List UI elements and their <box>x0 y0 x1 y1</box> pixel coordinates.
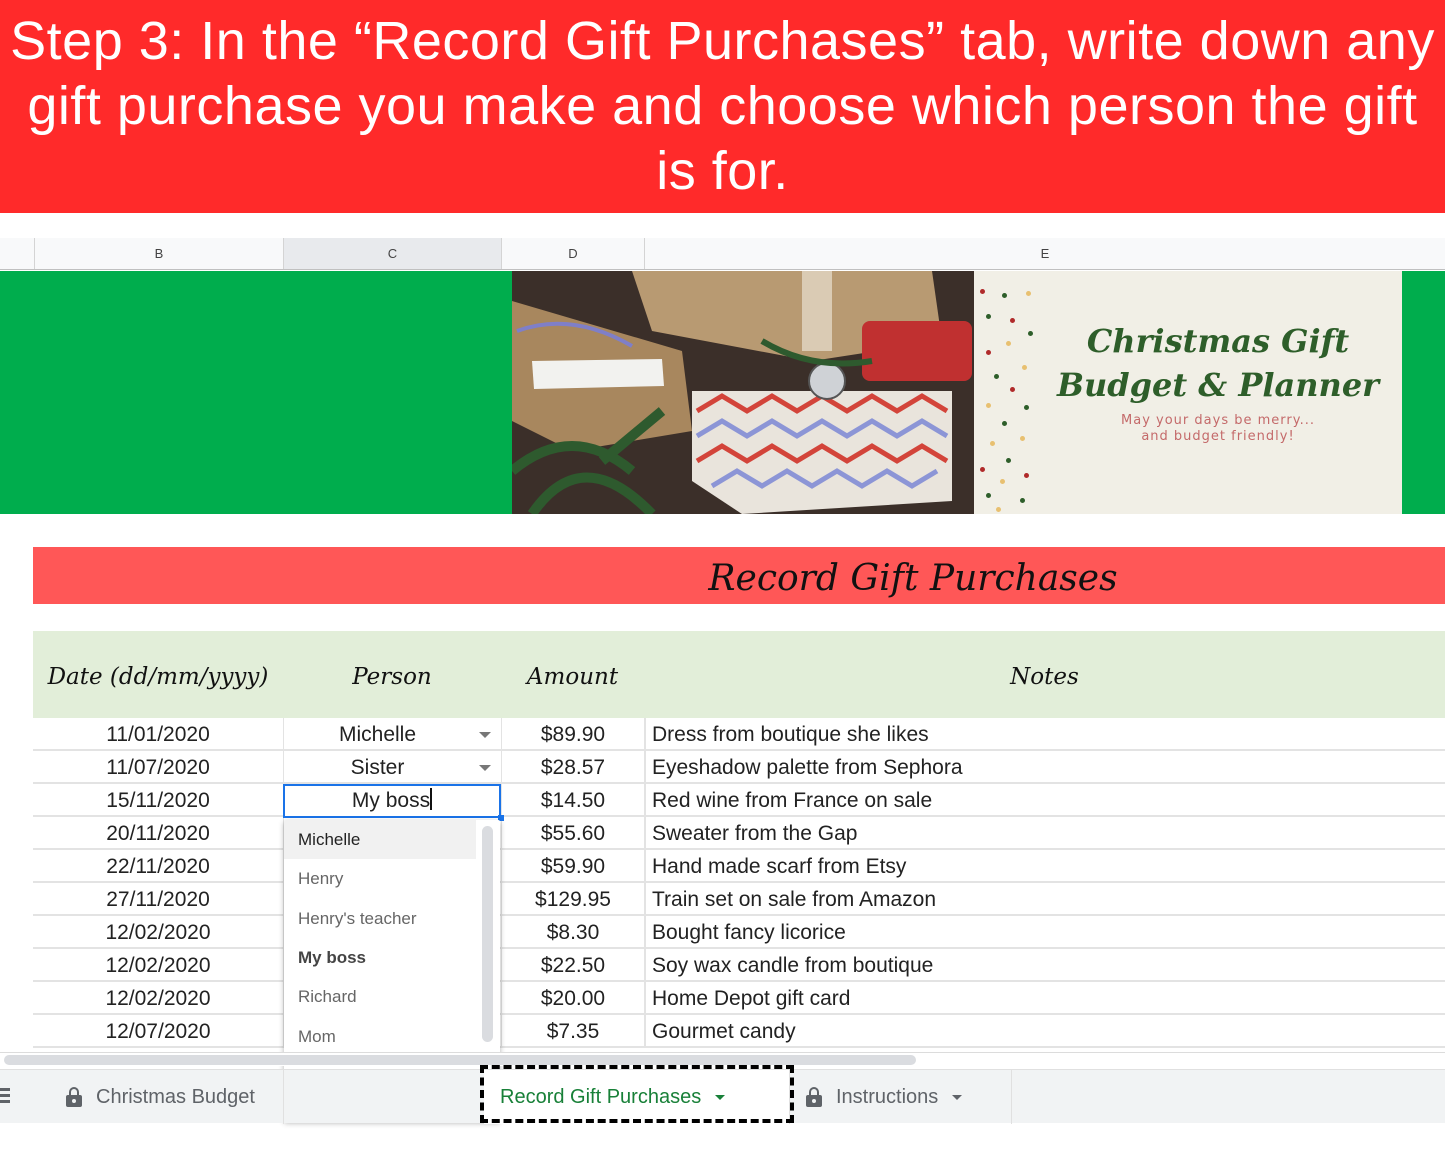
amount-cell[interactable]: $129.95 <box>501 883 644 914</box>
notes-cell[interactable]: Red wine from France on sale <box>644 784 1445 815</box>
date-cell[interactable]: 12/02/2020 <box>33 982 283 1013</box>
column-header-b[interactable]: B <box>34 238 283 269</box>
date-cell[interactable]: 12/07/2020 <box>33 1015 283 1046</box>
date-cell[interactable]: 11/01/2020 <box>33 718 283 749</box>
header-notes: Notes <box>1010 664 1079 690</box>
table-row: 11/01/2020 Michelle $89.90 Dress from bouti… <box>33 718 1445 751</box>
horizontal-scrollbar[interactable] <box>0 1052 1445 1066</box>
planner-tagline: May your days be merry... and budget fri… <box>1121 413 1315 444</box>
notes-cell[interactable]: Hand made scarf from Etsy <box>644 850 1445 881</box>
notes-cell[interactable]: Dress from boutique she likes <box>644 718 1445 749</box>
notes-cell[interactable]: Eyeshadow palette from Sephora <box>644 751 1445 782</box>
table-row: 12/02/2020 $20.00 Home Depot gift card <box>33 982 1445 1015</box>
tab-highlight-annotation <box>480 1065 794 1123</box>
section-title-bar: Record Gift Purchases <box>33 547 1445 604</box>
dropdown-option[interactable]: My boss <box>284 938 476 977</box>
glitter-jar <box>862 321 972 381</box>
gifts-photo <box>512 271 974 514</box>
table-row: 12/02/2020 $22.50 Soy wax candle from bout… <box>33 949 1445 982</box>
date-cell[interactable]: 15/11/2020 <box>33 784 283 815</box>
lock-icon <box>66 1087 82 1107</box>
amount-cell[interactable]: $28.57 <box>501 751 644 782</box>
amount-cell[interactable]: $14.50 <box>501 784 644 815</box>
notes-cell[interactable]: Train set on sale from Amazon <box>644 883 1445 914</box>
date-cell[interactable]: 22/11/2020 <box>33 850 283 881</box>
dropdown-scrollbar[interactable] <box>482 826 493 1042</box>
date-cell[interactable]: 12/02/2020 <box>33 949 283 980</box>
dropdown-arrow-icon[interactable] <box>479 732 491 738</box>
amount-cell[interactable]: $22.50 <box>501 949 644 980</box>
amount-cell[interactable]: $8.30 <box>501 916 644 947</box>
amount-cell[interactable]: $59.90 <box>501 850 644 881</box>
notes-cell[interactable]: Gourmet candy <box>644 1015 1445 1046</box>
column-header-c[interactable]: C <box>283 238 501 269</box>
header-person: Person <box>352 664 432 690</box>
tab-christmas-budget[interactable]: Christmas Budget <box>44 1070 284 1124</box>
notes-cell[interactable]: Bought fancy licorice <box>644 916 1445 947</box>
dropdown-option[interactable]: Michelle <box>284 820 476 859</box>
date-cell[interactable]: 12/02/2020 <box>33 916 283 947</box>
table-row: 20/11/2020 $55.60 Sweater from the Gap <box>33 817 1445 850</box>
dropdown-arrow-icon[interactable] <box>479 765 491 771</box>
instruction-banner: Step 3: In the “Record Gift Purchases” t… <box>0 0 1445 213</box>
dropdown-option[interactable]: Henry <box>284 859 476 898</box>
tab-menu-arrow-icon[interactable] <box>952 1094 963 1100</box>
lock-icon <box>806 1087 822 1107</box>
text-caret <box>430 788 433 810</box>
tab-instructions[interactable]: Instructions <box>790 1070 1012 1124</box>
column-header-d[interactable]: D <box>501 238 644 269</box>
amount-cell[interactable]: $20.00 <box>501 982 644 1013</box>
instruction-text: Step 3: In the “Record Gift Purchases” t… <box>10 11 1435 201</box>
amount-cell[interactable]: $7.35 <box>501 1015 644 1046</box>
all-sheets-menu-icon[interactable] <box>0 1088 10 1106</box>
notes-cell[interactable]: Soy wax candle from boutique <box>644 949 1445 980</box>
header-amount: Amount <box>526 664 619 690</box>
dropdown-option[interactable]: Henry's teacher <box>284 899 476 938</box>
header-date: Date (dd/mm/yyyy) <box>47 664 269 690</box>
planner-title: Christmas Gift Budget & Planner <box>1056 322 1380 404</box>
column-header-row: B C D E <box>0 238 1445 270</box>
table-row: 15/11/2020My boss$14.50Red wine from Fra… <box>33 784 1445 817</box>
amount-cell[interactable]: $89.90 <box>501 718 644 749</box>
gift-tag <box>532 359 664 389</box>
person-cell[interactable]: Michelle <box>283 718 501 749</box>
amount-cell[interactable]: $55.60 <box>501 817 644 848</box>
table-row: 22/11/2020 $59.90 Hand made scarf from Ets… <box>33 850 1445 883</box>
table-row: 11/07/2020 Sister $28.57 Eyeshadow palette … <box>33 751 1445 784</box>
table-row: 12/02/2020 $8.30 Bought fancy licorice <box>33 916 1445 949</box>
dropdown-option[interactable]: Richard <box>284 977 476 1016</box>
planner-title-card: Christmas Gift Budget & Planner May your… <box>974 271 1402 514</box>
dropdown-option[interactable]: Mom <box>284 1017 476 1056</box>
table-row: 12/07/2020 $7.35 Gourmet candy <box>33 1015 1445 1048</box>
jingle-bell <box>808 362 846 400</box>
select-all-corner[interactable] <box>0 238 34 269</box>
person-cell[interactable]: Sister <box>283 751 501 782</box>
date-cell[interactable]: 27/11/2020 <box>33 883 283 914</box>
section-title: Record Gift Purchases <box>708 558 1118 599</box>
notes-cell[interactable]: Sweater from the Gap <box>644 817 1445 848</box>
notes-cell[interactable]: Home Depot gift card <box>644 982 1445 1013</box>
horizontal-scroll-thumb[interactable] <box>4 1055 916 1065</box>
date-cell[interactable]: 20/11/2020 <box>33 817 283 848</box>
table-row: 27/11/2020 $129.95 Train set on sale from … <box>33 883 1445 916</box>
table-header: Date (dd/mm/yyyy) Person Amount Notes <box>33 631 1445 718</box>
person-edit-cell[interactable]: My boss <box>283 784 501 818</box>
date-cell[interactable]: 11/07/2020 <box>33 751 283 782</box>
column-header-e[interactable]: E <box>644 238 1445 269</box>
